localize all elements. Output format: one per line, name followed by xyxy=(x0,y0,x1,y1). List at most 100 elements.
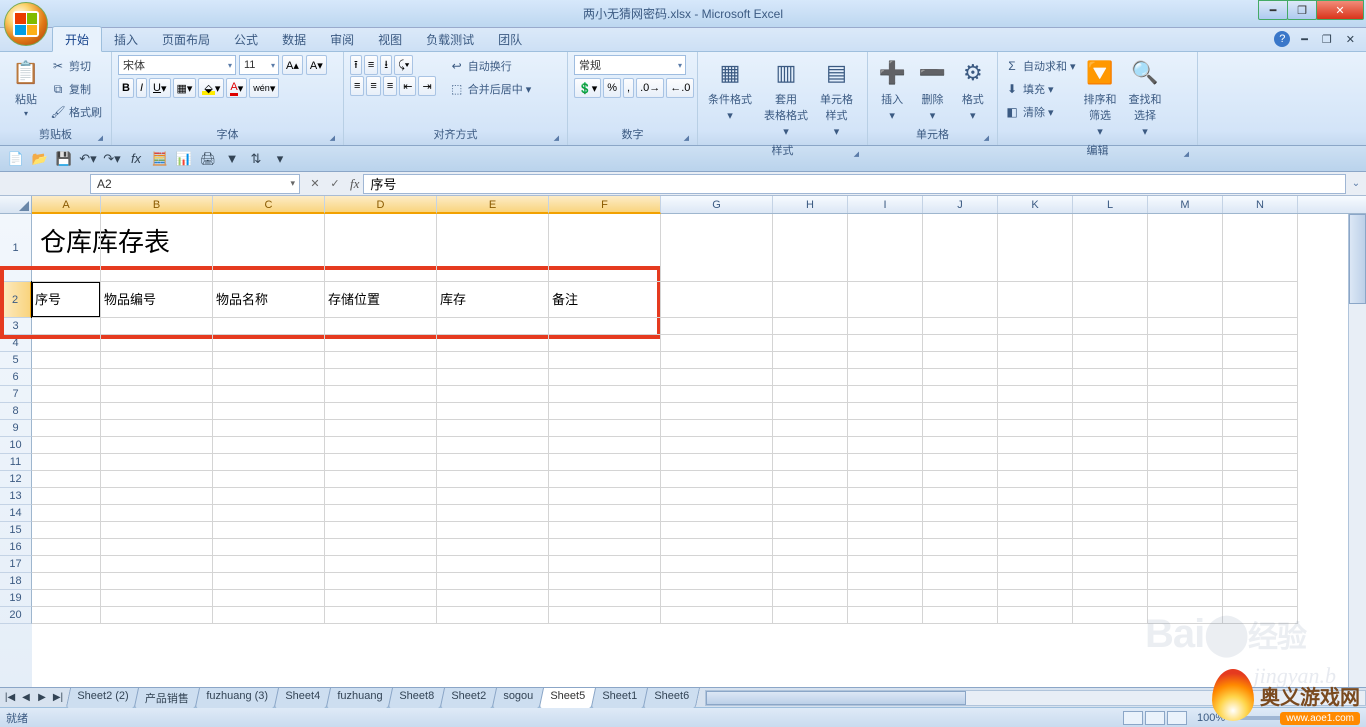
cell-D13[interactable] xyxy=(325,488,437,505)
row-header-13[interactable]: 13 xyxy=(0,488,32,505)
cell-D1[interactable] xyxy=(325,214,437,282)
cell-A6[interactable] xyxy=(32,369,101,386)
cell-E19[interactable] xyxy=(437,590,549,607)
cell-G3[interactable] xyxy=(661,318,773,335)
cell-J3[interactable] xyxy=(923,318,998,335)
sheet-nav-prev-icon[interactable]: ◀ xyxy=(18,692,34,703)
cell-J10[interactable] xyxy=(923,437,998,454)
cell-J6[interactable] xyxy=(923,369,998,386)
row-header-3[interactable]: 3 xyxy=(0,318,32,335)
copy-button[interactable]: ⧉复制 xyxy=(50,78,102,100)
name-box[interactable]: A2 xyxy=(90,174,300,194)
align-left-button[interactable]: ≡ xyxy=(350,76,364,96)
insert-cells-button[interactable]: ➕插入▾ xyxy=(874,55,910,124)
row-header-2[interactable]: 2 xyxy=(0,282,32,318)
cell-B15[interactable] xyxy=(101,522,213,539)
cell-F18[interactable] xyxy=(549,573,661,590)
cell-K2[interactable] xyxy=(998,282,1073,318)
decrease-decimal-button[interactable]: ←.0 xyxy=(666,78,694,98)
cell-G18[interactable] xyxy=(661,573,773,590)
cell-C13[interactable] xyxy=(213,488,325,505)
cell-E15[interactable] xyxy=(437,522,549,539)
cell-F1[interactable] xyxy=(549,214,661,282)
cell-D4[interactable] xyxy=(325,335,437,352)
cell-D19[interactable] xyxy=(325,590,437,607)
cell-A2[interactable]: 序号 xyxy=(32,282,101,318)
tab-review[interactable]: 审阅 xyxy=(318,27,366,51)
align-right-button[interactable]: ≡ xyxy=(383,76,397,96)
cell-N3[interactable] xyxy=(1223,318,1298,335)
sheet-tab-6[interactable]: Sheet2 xyxy=(440,687,497,708)
tab-team[interactable]: 团队 xyxy=(486,27,534,51)
phonetic-button[interactable]: wén▾ xyxy=(249,78,279,98)
cell-C10[interactable] xyxy=(213,437,325,454)
cell-I6[interactable] xyxy=(848,369,923,386)
cell-B11[interactable] xyxy=(101,454,213,471)
cell-F3[interactable] xyxy=(549,318,661,335)
cell-M5[interactable] xyxy=(1148,352,1223,369)
column-header-M[interactable]: M xyxy=(1148,196,1223,213)
cell-C12[interactable] xyxy=(213,471,325,488)
cell-E2[interactable]: 库存 xyxy=(437,282,549,318)
cell-M16[interactable] xyxy=(1148,539,1223,556)
paste-button[interactable]: 📋粘贴▾ xyxy=(6,55,46,120)
indent-decrease-button[interactable]: ⇤ xyxy=(399,76,416,96)
cell-K7[interactable] xyxy=(998,386,1073,403)
comma-button[interactable]: , xyxy=(623,78,634,98)
cell-D18[interactable] xyxy=(325,573,437,590)
qat-undo-icon[interactable]: ↶▾ xyxy=(78,149,98,169)
cell-H2[interactable] xyxy=(773,282,848,318)
doc-minimize-icon[interactable]: ━ xyxy=(1298,33,1311,46)
cell-L16[interactable] xyxy=(1073,539,1148,556)
cell-I3[interactable] xyxy=(848,318,923,335)
cell-E8[interactable] xyxy=(437,403,549,420)
cell-H15[interactable] xyxy=(773,522,848,539)
cell-B2[interactable]: 物品编号 xyxy=(101,282,213,318)
qat-filter-icon[interactable]: ▼ xyxy=(222,149,242,169)
cell-A20[interactable] xyxy=(32,607,101,624)
cell-G5[interactable] xyxy=(661,352,773,369)
sheet-tab-9[interactable]: Sheet1 xyxy=(591,687,648,708)
cell-L10[interactable] xyxy=(1073,437,1148,454)
close-button[interactable]: ✕ xyxy=(1316,0,1364,20)
bold-button[interactable]: B xyxy=(118,78,134,98)
cell-I20[interactable] xyxy=(848,607,923,624)
cell-C9[interactable] xyxy=(213,420,325,437)
cell-N2[interactable] xyxy=(1223,282,1298,318)
cell-D14[interactable] xyxy=(325,505,437,522)
cell-H19[interactable] xyxy=(773,590,848,607)
enter-formula-icon[interactable]: ✓ xyxy=(326,175,344,193)
cell-K12[interactable] xyxy=(998,471,1073,488)
cell-I1[interactable] xyxy=(848,214,923,282)
cell-H17[interactable] xyxy=(773,556,848,573)
view-layout-icon[interactable] xyxy=(1145,711,1165,725)
cell-L17[interactable] xyxy=(1073,556,1148,573)
cell-G15[interactable] xyxy=(661,522,773,539)
sheet-nav-first-icon[interactable]: |◀ xyxy=(2,692,18,703)
row-header-12[interactable]: 12 xyxy=(0,471,32,488)
column-header-K[interactable]: K xyxy=(998,196,1073,213)
cell-M10[interactable] xyxy=(1148,437,1223,454)
cell-K10[interactable] xyxy=(998,437,1073,454)
cell-I17[interactable] xyxy=(848,556,923,573)
format-painter-button[interactable]: 🖌格式刷 xyxy=(50,101,102,123)
sheet-tab-4[interactable]: fuzhuang xyxy=(326,687,394,708)
cell-B7[interactable] xyxy=(101,386,213,403)
cell-K9[interactable] xyxy=(998,420,1073,437)
cell-L13[interactable] xyxy=(1073,488,1148,505)
sheet-tab-10[interactable]: Sheet6 xyxy=(643,687,700,708)
cell-L9[interactable] xyxy=(1073,420,1148,437)
qat-calc-icon[interactable]: 🧮 xyxy=(150,149,170,169)
cell-D6[interactable] xyxy=(325,369,437,386)
tab-insert[interactable]: 插入 xyxy=(102,27,150,51)
cell-L15[interactable] xyxy=(1073,522,1148,539)
cell-I2[interactable] xyxy=(848,282,923,318)
cell-H11[interactable] xyxy=(773,454,848,471)
tab-home[interactable]: 开始 xyxy=(52,26,102,52)
sheet-tab-3[interactable]: Sheet4 xyxy=(274,687,331,708)
cell-B18[interactable] xyxy=(101,573,213,590)
cell-A14[interactable] xyxy=(32,505,101,522)
align-bottom-button[interactable]: ⭳ xyxy=(380,55,392,75)
cell-A16[interactable] xyxy=(32,539,101,556)
cell-N8[interactable] xyxy=(1223,403,1298,420)
